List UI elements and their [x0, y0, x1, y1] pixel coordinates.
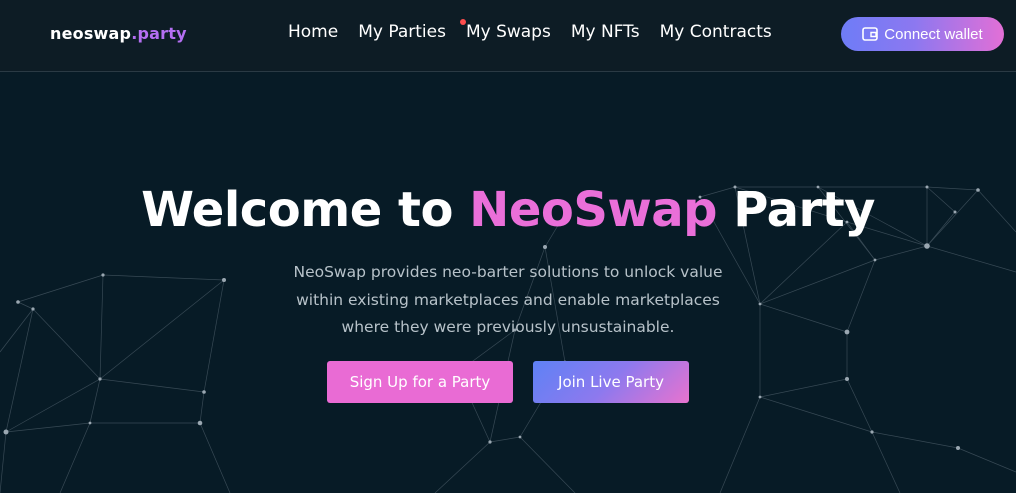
site-logo[interactable]: neoswap.party [50, 24, 187, 43]
nav-my-swaps-label: My Swaps [465, 22, 551, 42]
hero-description-line: NeoSwap provides neo-barter solutions to… [293, 263, 723, 281]
hero-description: NeoSwap provides neo-barter solutions to… [258, 259, 758, 342]
hero-title: Welcome to NeoSwap Party [0, 182, 1016, 238]
connect-wallet-label: Connect wallet [884, 25, 983, 43]
connect-wallet-button[interactable]: Connect wallet [841, 17, 1004, 51]
hero-title-prefix: Welcome to [141, 182, 470, 238]
logo-tld: .party [131, 24, 187, 43]
join-live-party-button[interactable]: Join Live Party [533, 361, 689, 403]
nav-home[interactable]: Home [288, 22, 338, 42]
wallet-icon [862, 27, 879, 41]
hero-title-suffix: Party [717, 182, 875, 238]
hero-description-line: where they were previously unsustainable… [341, 318, 675, 336]
main-nav: Home My Parties My Swaps My NFTs My Cont… [288, 19, 792, 42]
nav-my-nfts[interactable]: My NFTs [571, 22, 640, 42]
logo-brand: neoswap [50, 24, 132, 43]
hero-description-line: within existing marketplaces and enable … [296, 290, 720, 309]
hero-section: Welcome to NeoSwap Party NeoSwap provide… [0, 72, 1016, 493]
notification-dot [459, 19, 466, 25]
signup-party-button[interactable]: Sign Up for a Party [327, 361, 513, 403]
hero-title-accent: NeoSwap [469, 182, 718, 238]
nav-my-parties[interactable]: My Parties [358, 22, 446, 42]
top-navbar: neoswap.party Home My Parties My Swaps M… [0, 0, 1016, 72]
nav-my-contracts[interactable]: My Contracts [660, 22, 772, 42]
nav-my-swaps[interactable]: My Swaps [459, 19, 551, 42]
